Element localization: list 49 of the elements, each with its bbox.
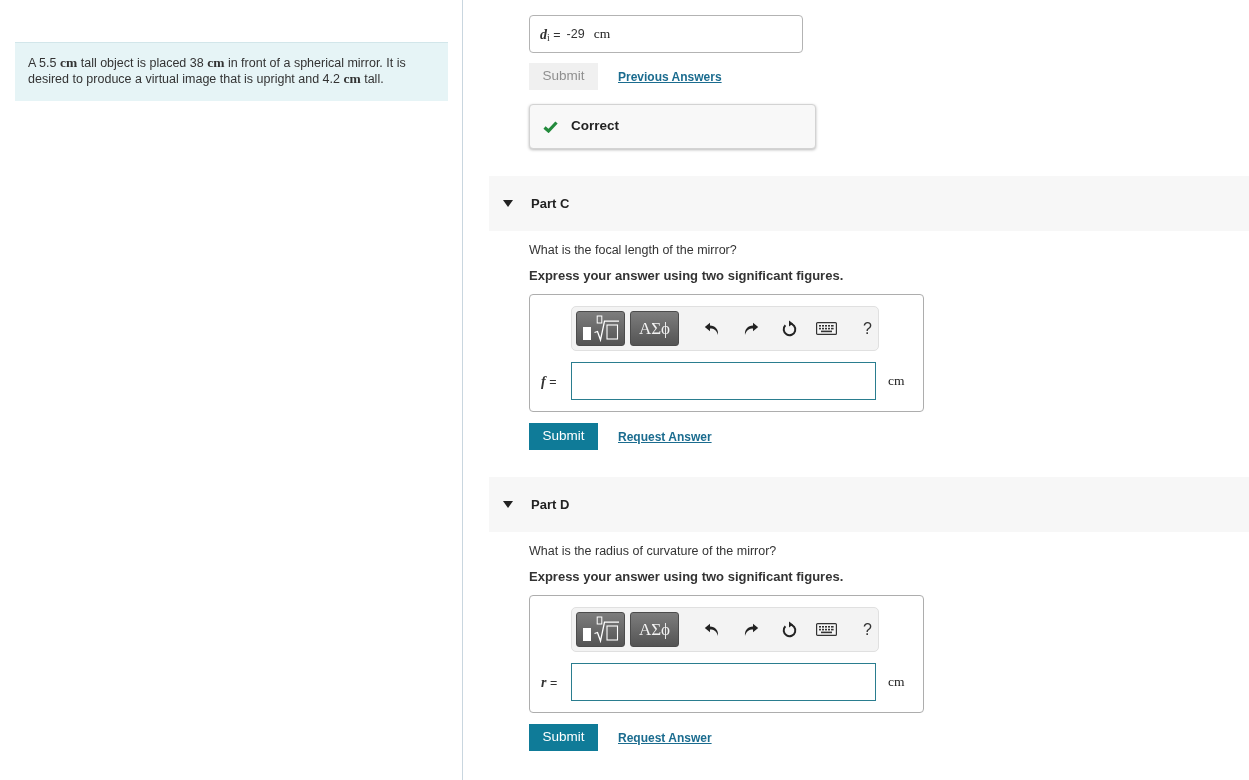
reset-icon [781,621,798,638]
help-button[interactable]: ? [861,620,874,639]
reset-icon [781,320,798,337]
part-header[interactable]: Part D [489,477,1249,532]
unit-label: cm [888,672,905,691]
part-title: Part D [531,495,570,514]
symbols-button[interactable]: ΑΣϕ [630,311,679,346]
reset-button[interactable] [781,320,798,337]
undo-icon [704,622,720,637]
check-icon [543,120,558,133]
undo-button[interactable] [704,321,720,336]
problem-statement: A 5.5 cm tall object is placed 38 cm in front of a spherical mirror. It is desired to produce a virtual image that is upright and 4.2 cm tall. [15,42,448,101]
request-answer-link[interactable]: Request Answer [618,427,712,446]
variable-label: f = [541,374,557,389]
keyboard-button[interactable] [816,322,837,335]
redo-button[interactable] [743,622,759,637]
feedback-text: Correct [571,117,619,136]
instruction-text: Express your answer using two significant figures. [529,268,844,284]
instruction-text: Express your answer using two significant figures. [529,569,844,585]
radical-template-icon [581,315,620,342]
part-title: Part C [531,194,570,213]
keyboard-icon [816,623,837,636]
keyboard-icon [816,322,837,335]
redo-icon [743,622,759,637]
question-text: What is the radius of curvature of the mirror? [529,543,777,559]
variable-label: r = [541,675,558,690]
previous-answers-link[interactable]: Previous Answers [618,67,722,86]
question-text: What is the focal length of the mirror? [529,242,737,258]
answer-value: -29 [566,25,585,43]
help-button[interactable]: ? [861,319,874,338]
redo-button[interactable] [743,321,759,336]
template-button[interactable] [576,311,625,346]
part-header[interactable]: Part C [489,176,1249,231]
submit-button[interactable]: Submit [529,423,598,450]
undo-icon [704,321,720,336]
request-answer-link[interactable]: Request Answer [618,728,712,747]
unit-label: cm [593,24,611,43]
variable-label: d$_{i}$ = [540,25,561,45]
redo-icon [743,321,759,336]
keyboard-button[interactable] [816,623,837,636]
unit-label: cm [888,371,905,390]
radical-template-icon [581,616,620,643]
template-button[interactable] [576,612,625,647]
reset-button[interactable] [781,621,798,638]
answer-input[interactable] [571,362,876,400]
submit-button[interactable]: Submit [529,724,598,751]
answer-input[interactable] [571,663,876,701]
undo-button[interactable] [704,622,720,637]
symbols-button[interactable]: ΑΣϕ [630,612,679,647]
